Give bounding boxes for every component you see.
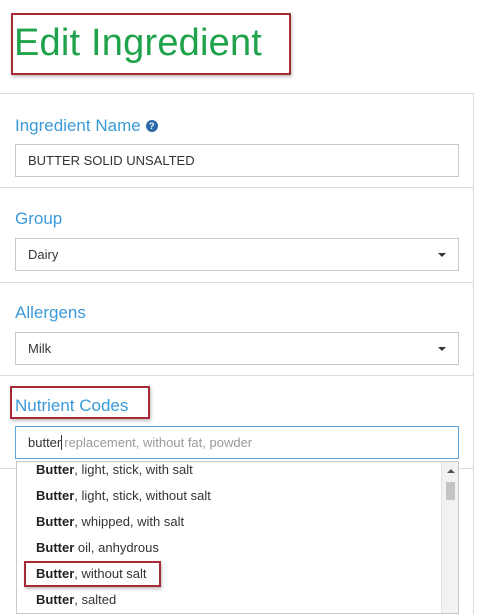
allergens-select[interactable]: Milk	[15, 332, 459, 365]
group-select[interactable]: Dairy	[15, 238, 459, 271]
text-cursor	[61, 435, 63, 450]
scroll-up-arrow-icon[interactable]	[447, 469, 455, 473]
nutrient-codes-label: Nutrient Codes	[15, 396, 129, 415]
suggestion-match: Butter	[36, 592, 75, 607]
divider	[0, 187, 474, 188]
scroll-thumb[interactable]	[446, 482, 455, 500]
ingredient-name-label-text: Ingredient Name	[15, 116, 141, 135]
nutrient-codes-search-input[interactable]: butter replacement, without fat, powder	[15, 426, 459, 459]
dropdown-scrollbar[interactable]	[441, 462, 458, 613]
ingredient-name-input[interactable]: BUTTER SOLID UNSALTED	[15, 144, 459, 177]
chevron-down-icon	[438, 347, 446, 351]
search-typed-text: butter	[28, 435, 62, 450]
suggestion-item[interactable]: Butter oil, anhydrous	[36, 541, 159, 554]
suggestion-item[interactable]: Butter, whipped, with salt	[36, 515, 184, 528]
suggestion-rest: , whipped, with salt	[74, 514, 185, 529]
group-label: Group	[15, 209, 63, 228]
suggestion-rest: oil, anhydrous	[74, 540, 159, 555]
question-circle-icon[interactable]: ?	[145, 120, 158, 132]
suggestion-match: Butter	[36, 462, 75, 477]
suggestion-dropdown[interactable]: Butter, light, stick, with salt Butter, …	[16, 461, 459, 614]
group-select-value: Dairy	[28, 247, 59, 262]
allergens-label: Allergens	[15, 303, 86, 322]
search-hint-text: replacement, without fat, powder	[64, 435, 253, 450]
selected-suggestion-highlight	[24, 561, 161, 587]
ingredient-name-label: Ingredient Name?	[15, 117, 158, 134]
page-title: Edit Ingredient	[14, 22, 263, 64]
divider	[0, 282, 474, 283]
chevron-down-icon	[438, 253, 446, 257]
suggestion-match: Butter	[36, 488, 75, 503]
suggestion-rest: , light, stick, with salt	[74, 462, 193, 477]
suggestion-rest: , salted	[74, 592, 117, 607]
suggestion-item[interactable]: Butter, light, stick, without salt	[36, 489, 211, 502]
divider	[0, 375, 474, 376]
suggestion-match: Butter	[36, 540, 75, 555]
suggestion-item[interactable]: Butter, light, stick, with salt	[36, 463, 193, 476]
allergens-select-value: Milk	[28, 341, 52, 356]
suggestion-match: Butter	[36, 514, 75, 529]
suggestion-rest: , light, stick, without salt	[74, 488, 211, 503]
suggestion-item[interactable]: Butter, salted	[36, 593, 116, 606]
